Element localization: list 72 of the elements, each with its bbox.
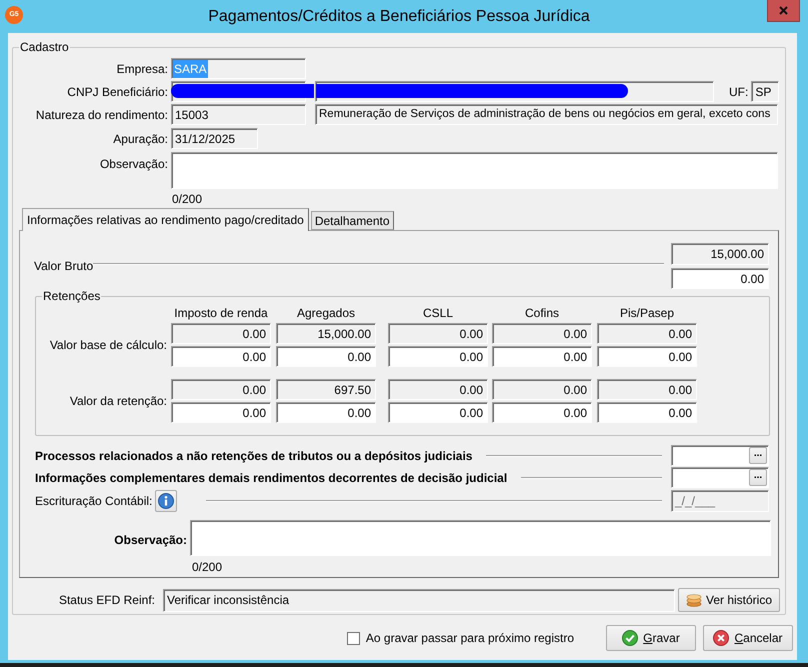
readonly-field: 15,000.00 — [276, 323, 376, 344]
readonly-field: 15003 — [171, 104, 306, 125]
window-title: Pagamentos/Créditos a Beneficiários Pessoa Jurídica — [207, 7, 591, 27]
field-label: Escrituração Contábil: — [35, 493, 152, 510]
readonly-field: 31/12/2025 — [171, 128, 258, 149]
readonly-field: 697.50 — [276, 379, 376, 400]
close-icon — [779, 6, 788, 15]
column-header: CSLL — [422, 305, 454, 322]
text-field[interactable]: 0.00 — [492, 346, 592, 367]
readonly-field: 0.00 — [597, 379, 697, 400]
cancel-button[interactable]: Cancelar — [703, 625, 793, 651]
group-label: Cadastro — [19, 40, 70, 54]
text-field[interactable]: 0.00 — [388, 402, 488, 423]
text-field[interactable]: 0.00 — [171, 402, 271, 423]
info-button[interactable] — [155, 490, 178, 512]
text-field[interactable]: 0.00 — [671, 268, 769, 289]
readonly-field: 0.00 — [492, 323, 592, 344]
group-label: Retenções — [42, 289, 102, 303]
row-label: Valor base de cálculo: — [48, 337, 167, 354]
save-button[interactable]: Gravar — [606, 625, 696, 651]
column-header: Imposto de renda — [174, 305, 268, 322]
text-field[interactable]: 0.00 — [388, 346, 488, 367]
readonly-field: SP — [751, 81, 780, 102]
ellipsis-button[interactable]: ... — [749, 447, 767, 464]
field-label: CNPJ Beneficiário: — [66, 84, 168, 100]
checkbox-label: Ao gravar passar para próximo registro — [366, 630, 574, 647]
column-header: Pis/Pasep — [620, 305, 674, 322]
text-field[interactable]: 0.00 — [597, 402, 697, 423]
text-area[interactable] — [171, 152, 778, 189]
readonly-field: 0.00 — [597, 323, 697, 344]
text-field[interactable]: 0.00 — [171, 346, 271, 367]
readonly-field: 0.00 — [171, 323, 271, 344]
field-label: UF: — [729, 84, 748, 100]
tab[interactable]: Detalhamento — [310, 211, 394, 230]
field-label: Processos relacionados a não retenções de tributos ou a depósitos judiciais — [35, 448, 472, 464]
column-header: Cofins — [524, 305, 559, 322]
readonly-field: Verificar inconsistência — [163, 588, 675, 612]
text-area[interactable] — [190, 520, 771, 556]
column-header: Agregados — [296, 305, 356, 322]
tab[interactable]: Informações relativas ao rendimento pago/creditado — [22, 208, 309, 231]
field-label: Natureza do rendimento: — [34, 106, 168, 124]
field-label: Observação: — [98, 156, 168, 173]
field-label: Empresa: — [116, 60, 168, 78]
character-counter: 0/200 — [192, 560, 222, 574]
readonly-field: 0.00 — [388, 379, 488, 400]
text-field[interactable]: 0.00 — [492, 402, 592, 423]
character-counter: 0/200 — [172, 192, 202, 206]
field-label: Status EFD Reinf: — [58, 592, 155, 609]
date-field: _/_/___ — [671, 490, 769, 512]
lookup-field[interactable]: ... — [671, 467, 769, 488]
ellipsis-button[interactable]: ... — [749, 469, 767, 486]
readonly-field: 0.00 — [388, 323, 488, 344]
text-field[interactable]: 0.00 — [276, 402, 376, 423]
check-circle-icon — [622, 630, 638, 646]
x-circle-icon — [713, 630, 730, 646]
field-label: Apuração: — [112, 130, 168, 148]
row-label: Valor da retenção: — [68, 393, 167, 410]
readonly-field: Remuneração de Serviços de administração de bens ou negócios em geral, exceto cons — [315, 104, 778, 125]
info-icon — [158, 493, 174, 509]
readonly-field: 0.00 — [492, 379, 592, 400]
field-label: Valor Bruto — [34, 258, 94, 275]
lookup-field[interactable]: ... — [671, 445, 769, 466]
text-field[interactable]: 0.00 — [276, 346, 376, 367]
history-button[interactable]: Ver histórico — [678, 588, 780, 612]
field-label: Observação: — [113, 532, 187, 549]
readonly-field: 0.00 — [171, 379, 271, 400]
readonly-field: 15,000.00 — [671, 243, 769, 265]
text-field[interactable]: 0.00 — [597, 346, 697, 367]
close-button[interactable] — [767, 0, 800, 22]
field-label: Informações complementares demais rendimentos decorrentes de decisão judicial — [35, 470, 508, 486]
checkbox[interactable] — [346, 632, 360, 644]
stack-icon — [686, 593, 702, 607]
